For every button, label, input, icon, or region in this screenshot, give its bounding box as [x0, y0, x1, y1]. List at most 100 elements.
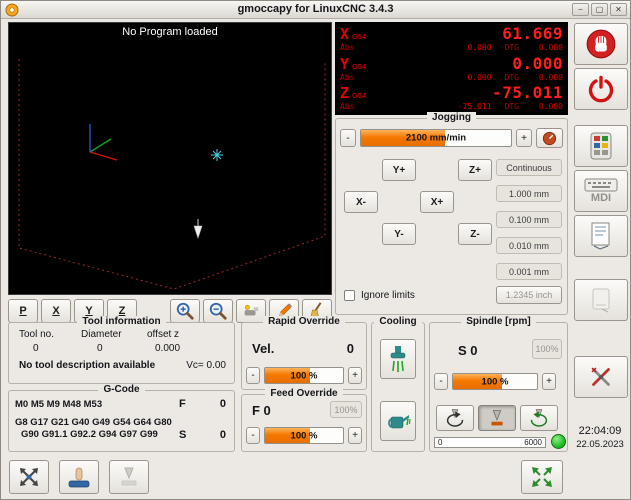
dro-axis-x[interactable]: X G54 61.669 Abs 0.000 DTG 0.000	[340, 24, 563, 54]
feed-minus-button[interactable]: -	[246, 427, 260, 444]
jog-y-minus-button[interactable]: Y-	[382, 223, 416, 245]
rapid-override-panel: Rapid Override Vel. 0 - 100 % +	[241, 322, 367, 390]
tool-information-panel: Tool information Tool no. Diameter offse…	[8, 322, 235, 384]
diameter-value: 0	[97, 343, 103, 354]
jog-y-plus-button[interactable]: Y+	[382, 159, 416, 181]
settings-button[interactable]	[574, 356, 628, 398]
spindle-rpm-bar: 0 6000	[434, 437, 546, 448]
maximize-preview-button[interactable]	[521, 460, 563, 494]
spindle-stop-button[interactable]	[478, 405, 516, 431]
titlebar[interactable]: gmoccapy for LinuxCNC 3.4.3 − ▢ ✕	[1, 1, 630, 19]
increment-continuous-button[interactable]: Continuous	[496, 159, 562, 176]
jog-x-minus-button[interactable]: X-	[344, 191, 378, 213]
preview-scene	[9, 23, 331, 294]
axes-cross-icon	[16, 464, 42, 490]
dro-axis-z[interactable]: Z G54 -75.011 Abs -75.011 DTG 0.000	[340, 83, 563, 113]
spindle-override-slider[interactable]: 100 %	[452, 373, 538, 390]
increment-1mm-button[interactable]: 1.000 mm	[496, 185, 562, 202]
dro-z-value: -75.011	[492, 83, 563, 102]
touch-off-button[interactable]	[59, 460, 99, 494]
keyboard-icon	[584, 178, 618, 192]
increment-01mm-button[interactable]: 0.100 mm	[496, 211, 562, 228]
touch-plate-icon	[66, 464, 92, 490]
zoom-out-button[interactable]	[203, 299, 233, 323]
s-value: 0	[220, 429, 226, 441]
spindle-minus-button[interactable]: -	[434, 373, 448, 390]
spindle-speed-label: S 0	[458, 343, 478, 358]
jogging-panel: Jogging - 2100 mm/min + Y+ Z+ X- X+ Y- Z…	[335, 118, 568, 315]
rapid-override-slider[interactable]: 100 %	[264, 367, 344, 384]
user-tab-button[interactable]	[574, 279, 628, 321]
gcode-title: G-Code	[98, 384, 144, 395]
auto-mode-button[interactable]	[574, 215, 628, 257]
dro-x-value: 61.669	[502, 24, 563, 43]
increment-001mm-button[interactable]: 0.010 mm	[496, 237, 562, 254]
feed-override-panel: Feed Override F 0 100% - 100 % +	[241, 394, 367, 452]
ignore-limits-checkbox[interactable]	[344, 290, 355, 301]
spindle-reset-button[interactable]: 100%	[532, 339, 562, 359]
spindle-right-button[interactable]	[520, 405, 558, 431]
dro-panel[interactable]: X G54 61.669 Abs 0.000 DTG 0.000 Y G54 0…	[335, 22, 568, 115]
rapid-plus-button[interactable]: +	[348, 367, 362, 384]
machine-on-button[interactable]	[574, 68, 628, 110]
dro-axis-y[interactable]: Y G54 0.000 Abs 0.000 DTG 0.000	[340, 54, 563, 84]
speed-gauge-icon	[541, 130, 558, 146]
feed-override-slider[interactable]: 100 %	[264, 427, 344, 444]
tool-measure-button[interactable]	[109, 460, 149, 494]
feed-reset-button[interactable]: 100%	[330, 401, 362, 418]
unit-toggle-button[interactable]: 1.2345 inch	[496, 286, 562, 304]
tool-measure-icon	[116, 464, 142, 490]
view-x-button[interactable]: X	[41, 299, 71, 323]
view-p-button[interactable]: P	[8, 299, 38, 323]
estop-button[interactable]	[574, 23, 628, 65]
feed-override-percent: 100 %	[265, 430, 343, 441]
jog-speed-slider[interactable]: 2100 mm/min	[360, 129, 512, 147]
view-z-button[interactable]: Z	[107, 299, 137, 323]
feed-value-label: F 0	[252, 403, 271, 418]
velocity-label: Vel.	[252, 341, 274, 356]
jog-speed-minus-button[interactable]: -	[340, 129, 356, 147]
jog-x-plus-button[interactable]: X+	[420, 191, 454, 213]
tool-description: No tool description available	[19, 360, 155, 371]
jog-speed-menu-button[interactable]	[536, 128, 563, 148]
jog-z-plus-button[interactable]: Z+	[458, 159, 492, 181]
increment-0001mm-button[interactable]: 0.001 mm	[496, 263, 562, 280]
broom-icon	[307, 301, 327, 321]
program-icon	[588, 221, 614, 251]
view-y-button[interactable]: Y	[74, 299, 104, 323]
close-button[interactable]: ✕	[610, 3, 627, 16]
s-label: S	[179, 429, 186, 441]
feed-plus-button[interactable]: +	[348, 427, 362, 444]
spindle-cw-icon	[526, 407, 552, 429]
gcode-panel: G-Code M0 M5 M9 M48 M53 G8 G17 G21 G40 G…	[8, 390, 235, 452]
flood-button[interactable]	[380, 401, 416, 441]
jog-speed-plus-button[interactable]: +	[516, 129, 532, 147]
active-m-codes: M0 M5 M9 M48 M53	[15, 399, 102, 411]
rpm-min: 0	[438, 438, 442, 447]
offset-z-header: offset z	[147, 329, 179, 340]
tools-icon	[586, 362, 616, 392]
manual-mode-button[interactable]	[574, 125, 628, 167]
zoom-in-button[interactable]	[170, 299, 200, 323]
tool-no-header: Tool no.	[19, 329, 54, 340]
mdi-mode-button[interactable]: MDI	[574, 170, 628, 212]
maximize-button[interactable]: ▢	[591, 3, 608, 16]
rapid-override-percent: 100 %	[265, 370, 343, 381]
magnifier-plus-icon	[175, 301, 195, 321]
clear-plot-button[interactable]	[302, 299, 332, 323]
touch-xy-button[interactable]	[9, 460, 49, 494]
jog-z-minus-button[interactable]: Z-	[458, 223, 492, 245]
spindle-plus-button[interactable]: +	[542, 373, 556, 390]
pencil-icon	[274, 301, 294, 321]
mist-button[interactable]	[380, 339, 416, 379]
spindle-left-button[interactable]	[436, 405, 474, 431]
gremlin-preview[interactable]: No Program loaded	[8, 22, 332, 295]
rapid-minus-button[interactable]: -	[246, 367, 260, 384]
tool-icon	[241, 301, 261, 321]
f-label: F	[179, 398, 186, 410]
view-tool-button[interactable]	[236, 299, 266, 323]
minimize-button[interactable]: −	[572, 3, 589, 16]
tool-no-value: 0	[33, 343, 39, 354]
dimensions-button[interactable]	[269, 299, 299, 323]
clock-date: 22.05.2023	[571, 439, 629, 450]
